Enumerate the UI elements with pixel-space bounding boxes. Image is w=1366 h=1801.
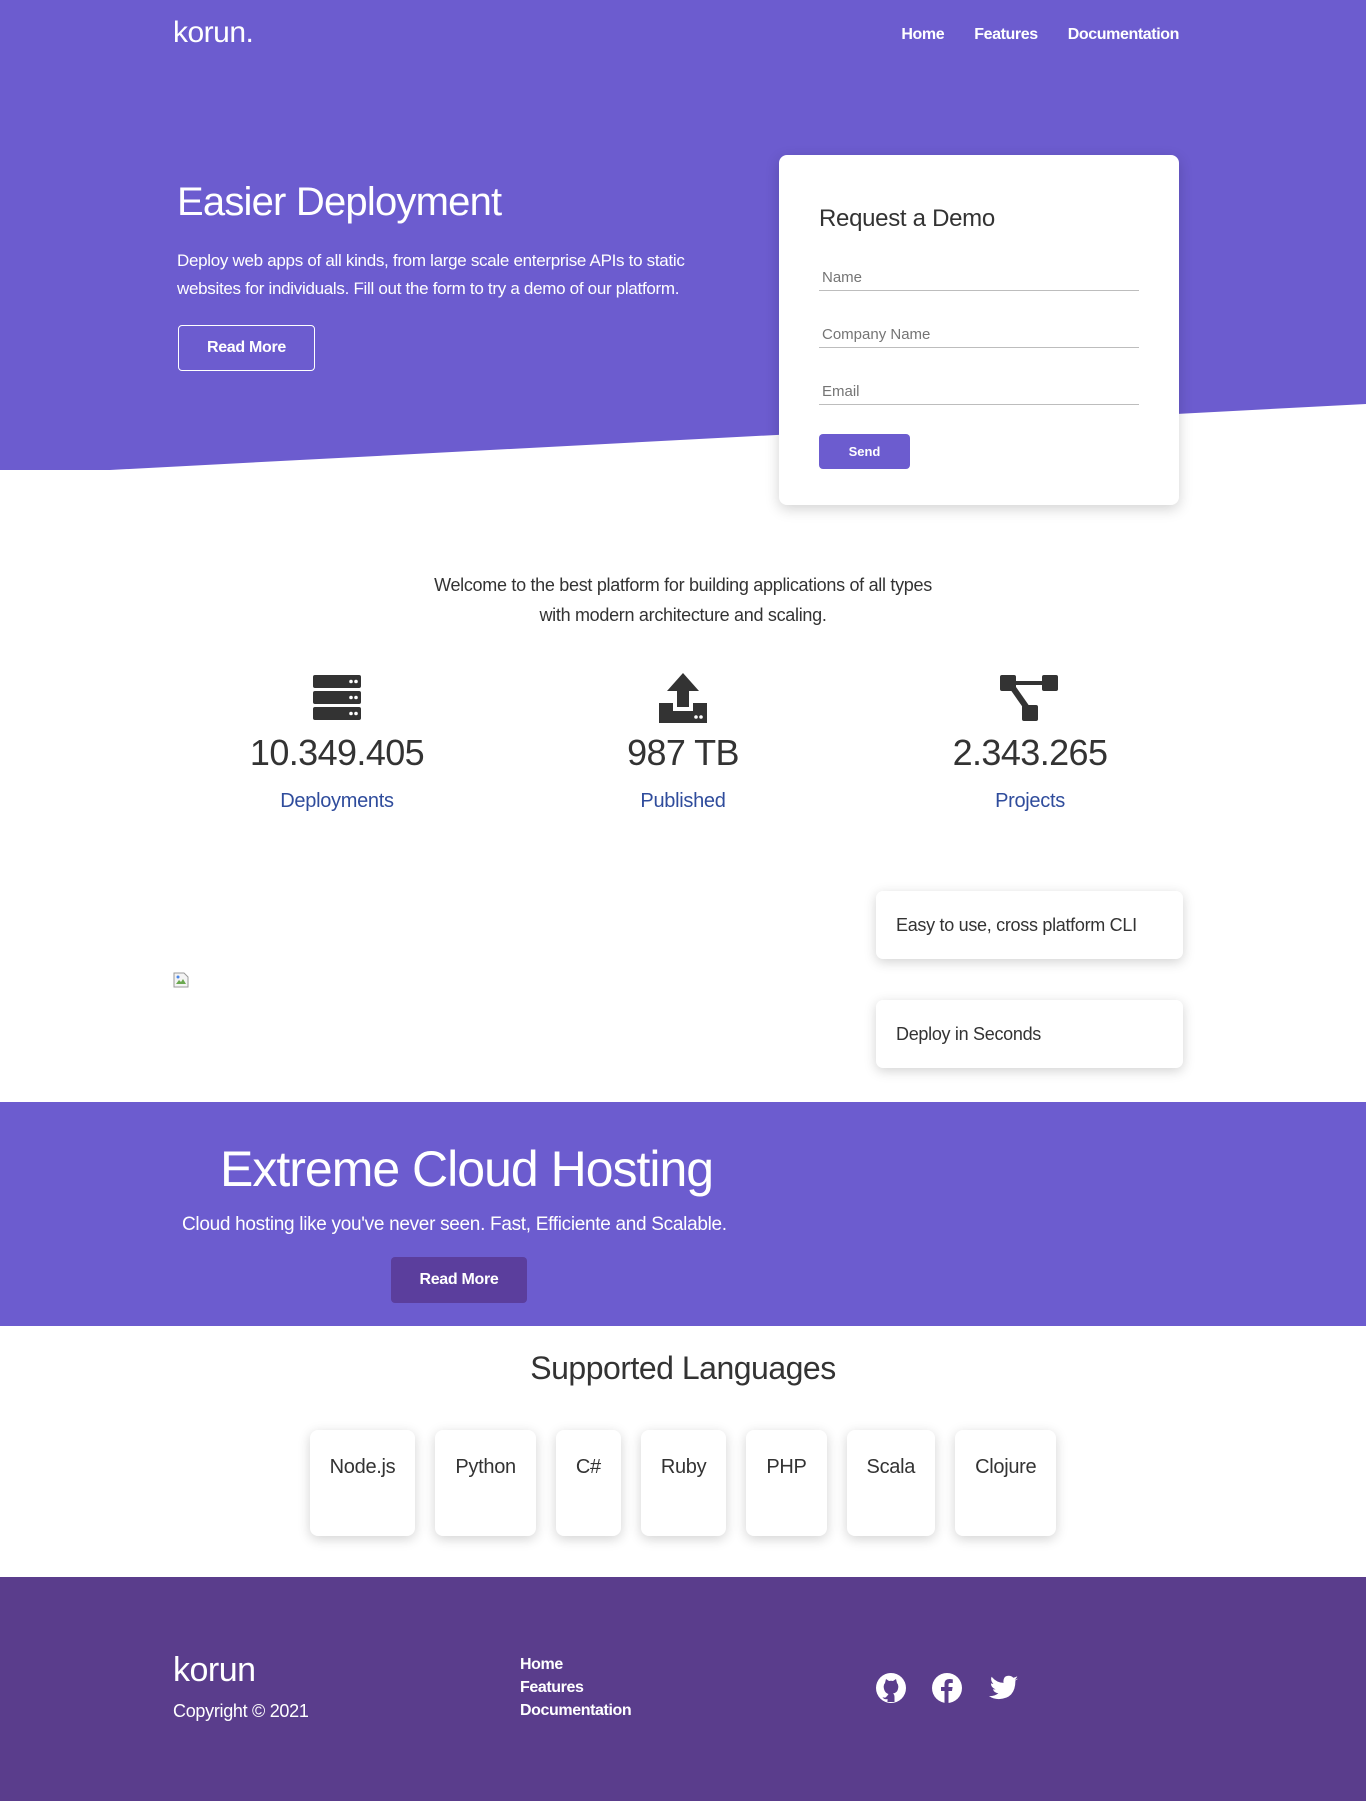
cloud-hosting-text: Cloud hosting like you've never seen. Fa… [182, 1214, 727, 1235]
hero-read-more-button[interactable]: Read More [178, 325, 315, 371]
stat-published: 987 TB Published [553, 672, 813, 813]
social-links [875, 1672, 1019, 1704]
stat-value: 10.349.405 [249, 732, 425, 773]
language-card-python: Python [435, 1430, 536, 1536]
stat-deployments: 10.349.405 Deployments [207, 672, 467, 813]
nav-features-link[interactable]: Features [974, 26, 1038, 44]
language-card-clojure: Clojure [955, 1430, 1057, 1536]
footer-documentation-link[interactable]: Documentation [520, 1702, 632, 1720]
sitemap-icon [900, 672, 1160, 724]
stat-value: 2.343.265 [952, 732, 1108, 773]
hero-title: Easier Deployment [177, 180, 502, 224]
language-card-php: PHP [746, 1430, 827, 1536]
hero-description: Deploy web apps of all kinds, from large… [177, 251, 685, 298]
feature-card-cli: Easy to use, cross platform CLI [876, 891, 1183, 959]
request-demo-title: Request a Demo [819, 205, 995, 232]
welcome-text: Welcome to the best platform for buildin… [434, 575, 932, 625]
server-icon [207, 672, 467, 724]
company-name-field[interactable] [819, 322, 1139, 348]
supported-languages-title: Supported Languages [530, 1350, 836, 1386]
github-icon[interactable] [875, 1672, 907, 1704]
copyright-text: Copyright © 2021 [173, 1701, 309, 1721]
language-list: Node.js Python C# Ruby PHP Scala Clojure [0, 1430, 1366, 1536]
request-demo-card: Request a Demo Send [779, 155, 1179, 505]
send-button[interactable]: Send [819, 434, 910, 469]
stat-value: 987 TB [627, 732, 739, 773]
name-field[interactable] [819, 265, 1139, 291]
language-card-csharp: C# [555, 1430, 621, 1536]
stat-label: Projects [995, 790, 1065, 812]
email-field[interactable] [819, 379, 1139, 405]
nav-documentation-link[interactable]: Documentation [1068, 26, 1180, 44]
upload-icon [553, 672, 813, 724]
cloud-hosting-banner: Extreme Cloud Hosting Cloud hosting like… [0, 1102, 1366, 1326]
nav-home-link[interactable]: Home [901, 26, 944, 44]
language-card-ruby: Ruby [640, 1430, 727, 1536]
stat-label: Published [640, 790, 726, 812]
footer: korun Copyright © 2021 Home Features Doc… [0, 1577, 1366, 1801]
footer-features-link[interactable]: Features [520, 1679, 631, 1697]
stat-projects: 2.343.265 Projects [900, 672, 1160, 813]
stat-label: Deployments [280, 790, 394, 812]
facebook-icon[interactable] [931, 1672, 963, 1704]
footer-home-link[interactable]: Home [520, 1656, 631, 1674]
language-card-nodejs: Node.js [309, 1430, 416, 1536]
feature-card-deploy: Deploy in Seconds [876, 1000, 1183, 1068]
broken-image-icon [173, 972, 189, 988]
twitter-icon[interactable] [987, 1672, 1019, 1704]
cloud-read-more-button[interactable]: Read More [391, 1257, 527, 1303]
footer-brand[interactable]: korun [173, 1651, 256, 1690]
brand-logo[interactable]: korun. [173, 16, 254, 50]
footer-links: Home Features Documentation [520, 1656, 632, 1720]
cloud-hosting-title: Extreme Cloud Hosting [220, 1141, 714, 1197]
main-nav: Home Features Documentation [901, 26, 1179, 44]
language-card-scala: Scala [846, 1430, 936, 1536]
